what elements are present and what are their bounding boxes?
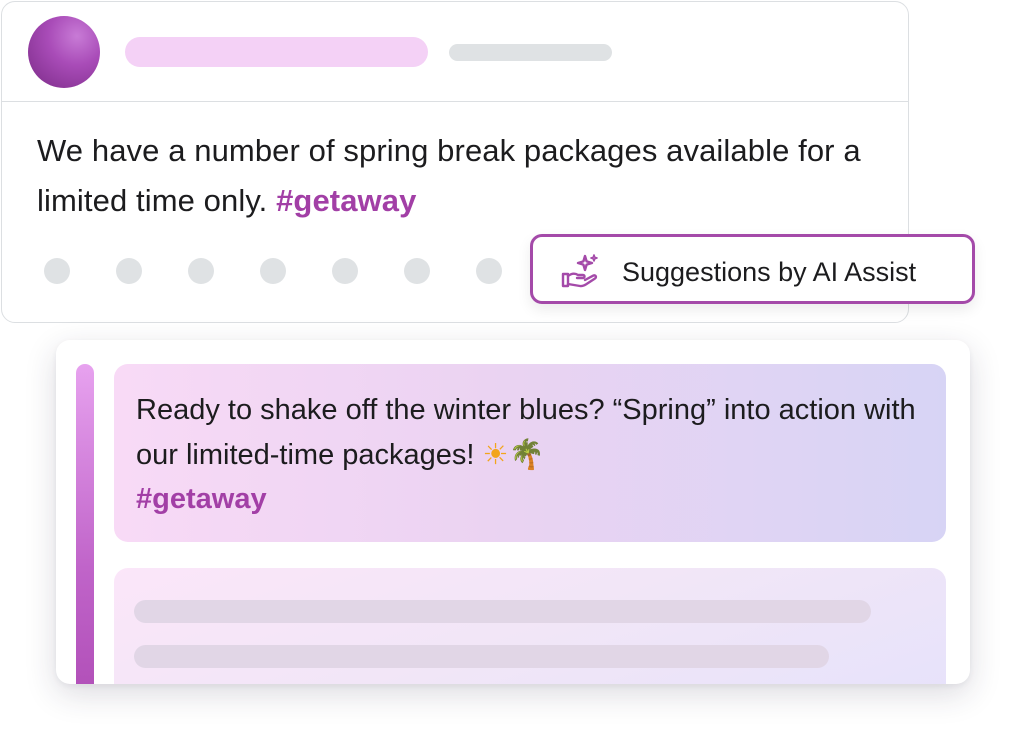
suggestion-card[interactable]: Ready to shake off the winter blues? “Sp… xyxy=(114,364,946,542)
suggestion-hashtag[interactable]: #getaway xyxy=(136,483,267,515)
post-action-button[interactable] xyxy=(188,258,214,284)
post-text[interactable]: We have a number of spring break package… xyxy=(37,126,877,226)
sparkle-hand-icon xyxy=(561,254,598,288)
post-body: We have a number of spring break package… xyxy=(37,133,861,218)
palm-tree-emoji-icon: 🌴 xyxy=(508,437,545,471)
suggestions-accent-bar xyxy=(76,364,94,684)
sun-emoji-icon: ☀ xyxy=(482,437,509,471)
post-header xyxy=(2,2,908,102)
author-name-placeholder xyxy=(125,37,428,67)
post-action-button[interactable] xyxy=(476,258,502,284)
skeleton-line xyxy=(134,645,829,668)
post-hashtag[interactable]: #getaway xyxy=(276,183,416,218)
avatar[interactable] xyxy=(28,16,100,88)
post-action-button[interactable] xyxy=(44,258,70,284)
post-meta-placeholder xyxy=(449,44,612,61)
post-action-button[interactable] xyxy=(116,258,142,284)
skeleton-line xyxy=(134,600,871,623)
post-action-button[interactable] xyxy=(404,258,430,284)
post-actions xyxy=(44,258,502,284)
stage: We have a number of spring break package… xyxy=(0,0,1009,732)
ai-assist-button[interactable]: Suggestions by AI Assist xyxy=(530,234,975,304)
suggestion-text: Ready to shake off the winter blues? “Sp… xyxy=(136,388,926,521)
post-action-button[interactable] xyxy=(332,258,358,284)
suggestion-card-loading[interactable] xyxy=(114,568,946,684)
post-action-button[interactable] xyxy=(260,258,286,284)
suggestions-panel: Ready to shake off the winter blues? “Sp… xyxy=(56,340,970,684)
ai-assist-label: Suggestions by AI Assist xyxy=(622,257,917,287)
